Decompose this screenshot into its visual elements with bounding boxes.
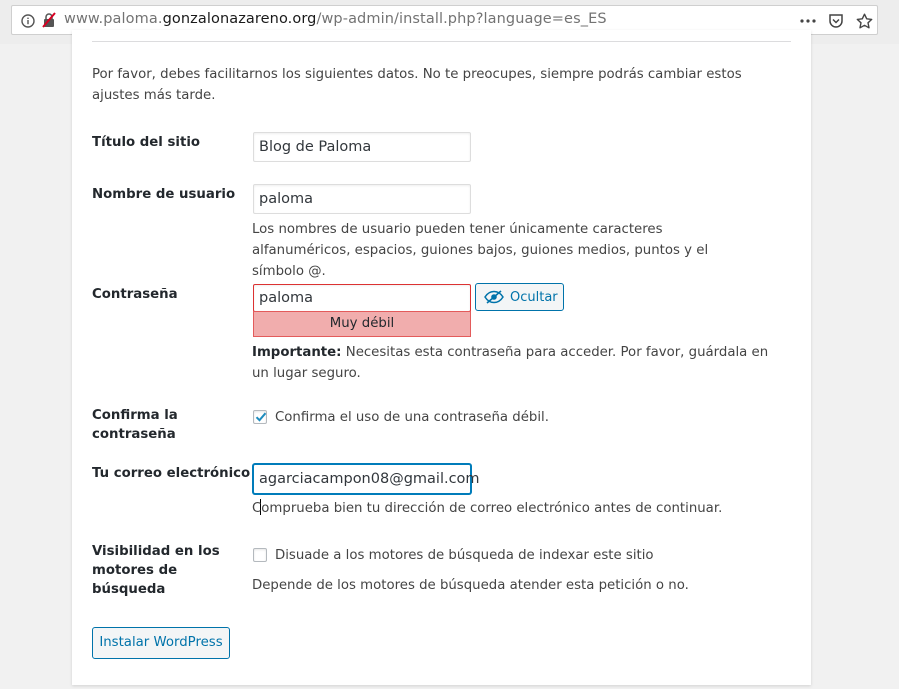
insecure-lock-icon[interactable]	[41, 12, 57, 28]
discourage-search-engines-checkbox[interactable]	[253, 548, 267, 562]
install-wordpress-button[interactable]: Instalar WordPress	[92, 627, 230, 659]
site-title-label: Título del sitio	[92, 135, 201, 150]
url-text[interactable]: www.paloma.gonzalonazareno.org/wp-admin/…	[64, 11, 607, 27]
info-icon[interactable]	[21, 13, 35, 28]
confirm-weak-password-label: Confirma el uso de una contraseña débil.	[275, 410, 549, 425]
eye-slash-icon	[484, 290, 504, 304]
password-input[interactable]: paloma	[253, 284, 471, 312]
pocket-icon[interactable]	[827, 12, 845, 30]
discourage-search-engines-label: Disuade a los motores de búsqueda de ind…	[275, 548, 654, 563]
password-strength-meter: Muy débil	[253, 311, 471, 337]
install-form-card: Por favor, debes facilitarnos los siguie…	[72, 30, 811, 685]
password-important-note: Importante: Necesitas esta contraseña pa…	[252, 345, 769, 381]
username-description: Los nombres de usuario pueden tener únic…	[252, 222, 709, 279]
hide-password-button[interactable]: Ocultar	[475, 283, 564, 311]
email-description: Comprueba bien tu dirección de correo el…	[252, 501, 723, 516]
confirm-weak-password-checkbox[interactable]	[253, 410, 267, 424]
hide-password-label: Ocultar	[510, 289, 558, 305]
username-input[interactable]: paloma	[253, 184, 471, 214]
confirm-password-label: Confirma la contraseña	[92, 408, 178, 442]
username-label: Nombre de usuario	[92, 187, 236, 202]
search-visibility-label: Visibilidad en los motores de búsqueda	[92, 544, 220, 597]
password-label: Contraseña	[92, 287, 178, 302]
intro-text: Por favor, debes facilitarnos los siguie…	[92, 67, 742, 103]
email-input[interactable]: agarciacampon08@gmail.com	[253, 464, 480, 515]
email-label: Tu correo electrónico	[92, 466, 251, 481]
more-actions-icon[interactable]	[799, 12, 817, 30]
bookmark-star-icon[interactable]	[855, 12, 873, 30]
search-visibility-description: Depende de los motores de búsqueda atend…	[252, 578, 689, 593]
divider	[92, 41, 791, 42]
site-title-input[interactable]: Blog de Paloma	[253, 132, 471, 162]
